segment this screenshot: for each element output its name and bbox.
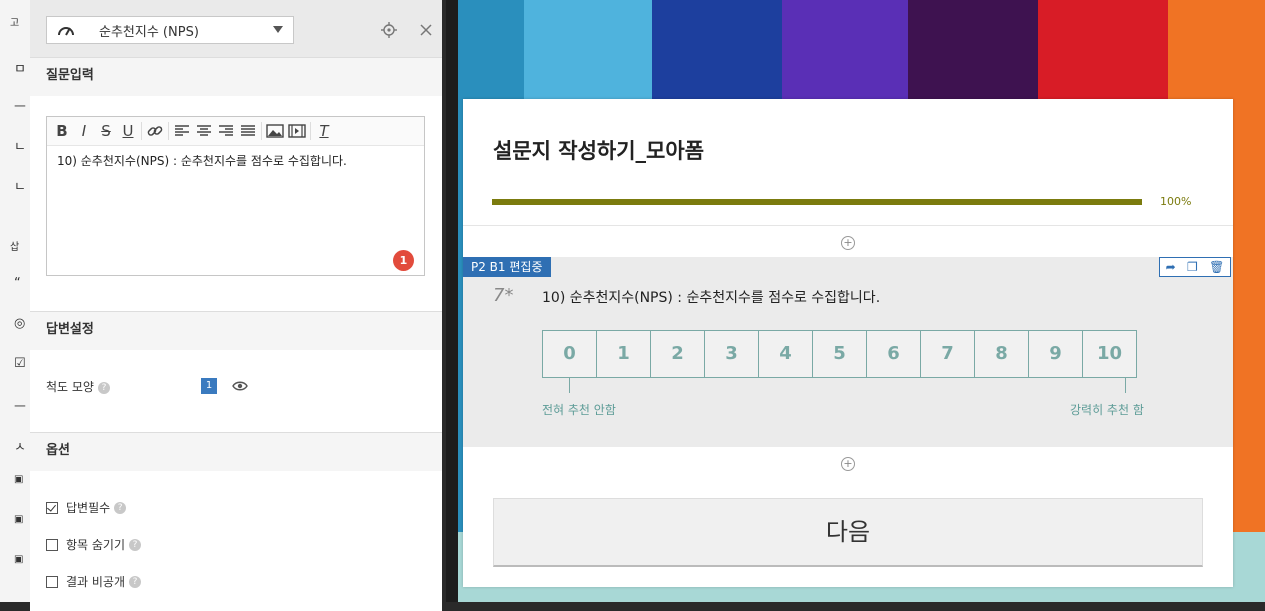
nps-scale: 0 1 2 3 4 5 6 7 8 9 10 bbox=[542, 330, 1137, 378]
scale-shape-row: 척도 모양? bbox=[46, 378, 110, 395]
panel-header: 순추천지수 (NPS) bbox=[30, 0, 442, 58]
trash-icon[interactable]: 🗑 bbox=[1209, 260, 1224, 274]
survey-title: 설문지 작성하기_모아폼 bbox=[493, 139, 705, 163]
toolbar-item[interactable]: ㅅ bbox=[14, 436, 26, 455]
notification-badge: 1 bbox=[393, 250, 414, 271]
bold-icon[interactable]: B bbox=[51, 120, 73, 142]
clear-format-icon[interactable]: T bbox=[313, 120, 335, 142]
high-tick bbox=[1125, 378, 1126, 393]
toolbar-item[interactable]: 삽 bbox=[10, 238, 19, 253]
editing-tag: P2 B1 편집중 bbox=[463, 257, 551, 277]
add-question-button[interactable]: + bbox=[841, 236, 855, 250]
scale-shape-label: 척도 모양 bbox=[46, 380, 94, 394]
toolbar-item[interactable]: ㄴ bbox=[14, 136, 26, 155]
nps-low-label: 전혀 추천 안함 bbox=[542, 403, 616, 417]
toolbar-item[interactable]: ▣ bbox=[14, 474, 23, 485]
add-question-button[interactable]: + bbox=[841, 457, 855, 471]
nps-option[interactable]: 8 bbox=[974, 330, 1029, 378]
rich-text-editor[interactable]: B I S U T 10) 순추천지수(NPS): 순추천지수를 점수로 수집… bbox=[46, 116, 425, 276]
nps-option[interactable]: 9 bbox=[1028, 330, 1083, 378]
target-icon[interactable] bbox=[381, 22, 397, 38]
nps-option[interactable]: 7 bbox=[920, 330, 975, 378]
checkbox-icon[interactable] bbox=[46, 575, 58, 588]
answer-settings-section: 척도 모양? 1 bbox=[30, 350, 442, 433]
nps-option[interactable]: 1 bbox=[596, 330, 651, 378]
scale-shape-value[interactable]: 1 bbox=[201, 378, 217, 394]
section-title-question: 질문입력 bbox=[30, 58, 442, 96]
checkbox-checked-icon[interactable] bbox=[46, 501, 58, 514]
gauge-icon bbox=[58, 27, 74, 36]
hide-item-checkbox[interactable]: 항목 숨기기? bbox=[46, 536, 142, 553]
help-icon[interactable]: ? bbox=[129, 538, 142, 551]
nps-option[interactable]: 6 bbox=[866, 330, 921, 378]
share-icon[interactable]: ➦ bbox=[1166, 260, 1176, 274]
close-icon[interactable] bbox=[418, 22, 434, 38]
progress-fill bbox=[492, 199, 1142, 205]
nps-option[interactable]: 4 bbox=[758, 330, 813, 378]
hide-item-label: 항목 숨기기 bbox=[66, 538, 126, 552]
nps-option[interactable]: 5 bbox=[812, 330, 867, 378]
question-type-label: 순추천지수 (NPS) bbox=[99, 24, 199, 40]
private-result-label: 결과 비공개 bbox=[66, 575, 126, 589]
question-text: 10) 순추천지수(NPS) : 순추천지수를 점수로 수집합니다. bbox=[542, 290, 881, 306]
nps-option[interactable]: 2 bbox=[650, 330, 705, 378]
eye-icon[interactable] bbox=[232, 378, 248, 394]
nps-option[interactable]: 3 bbox=[704, 330, 759, 378]
toolbar-item[interactable]: ㅁ bbox=[14, 58, 26, 77]
strikethrough-icon[interactable]: S bbox=[95, 120, 117, 142]
toolbar-item[interactable]: ㅡ bbox=[14, 96, 26, 115]
progress-bar bbox=[492, 199, 1142, 205]
toolbar-item[interactable]: “ bbox=[14, 276, 21, 291]
next-button[interactable]: 다음 bbox=[493, 498, 1203, 567]
editor-toolbar: B I S U T bbox=[47, 117, 424, 146]
image-icon[interactable] bbox=[264, 120, 286, 142]
nps-high-label: 강력히 추천 함 bbox=[1070, 403, 1144, 417]
left-toolbar: 고 ㅁ ㅡ ㄴ ㄴ 삽 “ ◎ ☑ ㅡ ㅅ ▣ ▣ ▣ bbox=[0, 0, 30, 602]
nps-option[interactable]: 0 bbox=[542, 330, 597, 378]
question-type-select[interactable]: 순추천지수 (NPS) bbox=[46, 16, 294, 44]
toolbar-item[interactable]: 고 bbox=[10, 14, 19, 29]
toolbar-item[interactable]: ▣ bbox=[14, 514, 23, 525]
underline-icon[interactable]: U bbox=[117, 120, 139, 142]
chevron-down-icon bbox=[273, 26, 283, 33]
question-edit-panel: 순추천지수 (NPS) 질문입력 B I S U T 10) 순추천지수(NPS… bbox=[30, 0, 442, 611]
section-title-answer: 답변설정 bbox=[30, 312, 442, 350]
italic-icon[interactable]: I bbox=[73, 120, 95, 142]
toolbar-item[interactable]: ㅡ bbox=[14, 396, 26, 415]
private-result-checkbox[interactable]: 결과 비공개? bbox=[46, 573, 142, 590]
editor-content[interactable]: 10) 순추천지수(NPS) : 순추천지수를 점수로 수집합니다. bbox=[47, 146, 424, 175]
required-label: 답변필수 bbox=[66, 501, 111, 515]
align-center-icon[interactable] bbox=[193, 120, 215, 142]
toolbar-item[interactable]: ☑ bbox=[14, 356, 26, 371]
options-section: 답변필수? 항목 숨기기? 결과 비공개? bbox=[30, 471, 442, 611]
toolbar-item[interactable]: ▣ bbox=[14, 554, 23, 565]
question-block[interactable]: P2 B1 편집중 ➦ ❐ 🗑 7* 10) 순추천지수(NPS) : 순추천지… bbox=[463, 257, 1233, 447]
progress-label: 100% bbox=[1160, 195, 1192, 208]
copy-icon[interactable]: ❐ bbox=[1187, 260, 1198, 274]
align-left-icon[interactable] bbox=[171, 120, 193, 142]
low-tick bbox=[569, 378, 570, 393]
help-icon[interactable]: ? bbox=[129, 575, 142, 588]
align-right-icon[interactable] bbox=[215, 120, 237, 142]
toolbar-item[interactable]: ◎ bbox=[14, 316, 25, 331]
align-justify-icon[interactable] bbox=[237, 120, 259, 142]
question-number: 7* bbox=[493, 285, 514, 306]
required-checkbox[interactable]: 답변필수? bbox=[46, 499, 127, 516]
question-actions: ➦ ❐ 🗑 bbox=[1159, 257, 1231, 277]
help-icon[interactable]: ? bbox=[114, 501, 127, 514]
survey-card: 설문지 작성하기_모아폼 100% + P2 B1 편집중 ➦ ❐ 🗑 7* 1… bbox=[463, 99, 1233, 587]
link-icon[interactable] bbox=[144, 120, 166, 142]
section-title-options: 옵션 bbox=[30, 433, 442, 471]
help-icon[interactable]: ? bbox=[97, 381, 110, 394]
panel-divider bbox=[446, 0, 458, 602]
question-editor-section: B I S U T 10) 순추천지수(NPS): 순추천지수를 점수로 수집… bbox=[30, 96, 442, 312]
checkbox-icon[interactable] bbox=[46, 538, 58, 551]
nps-option[interactable]: 10 bbox=[1082, 330, 1137, 378]
toolbar-item[interactable]: ㄴ bbox=[14, 176, 26, 195]
video-icon[interactable] bbox=[286, 120, 308, 142]
